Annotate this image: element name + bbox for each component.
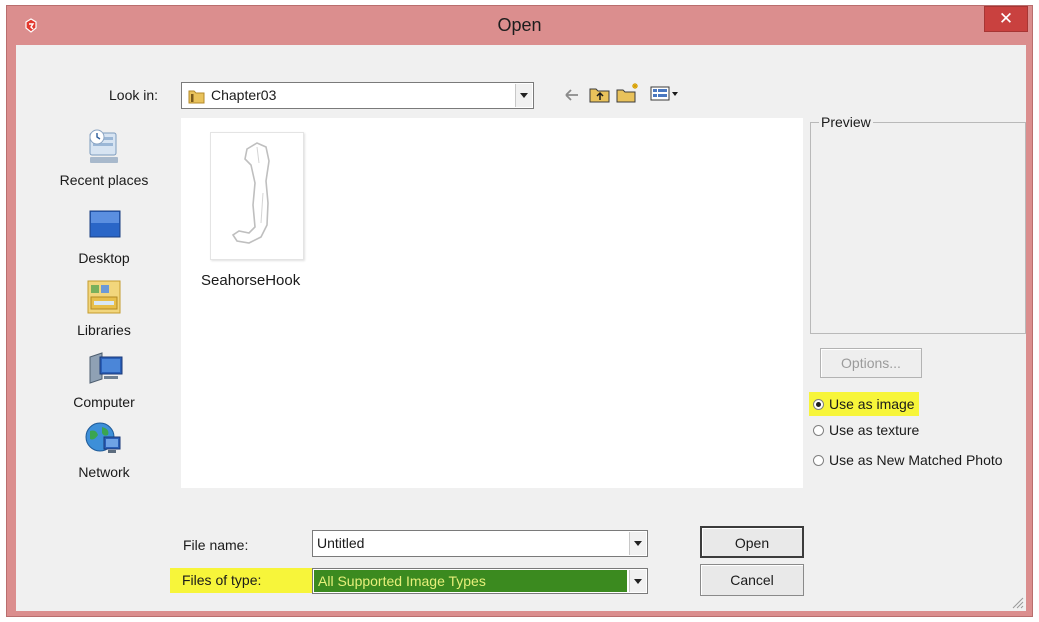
window-title: Open <box>497 15 542 35</box>
place-computer[interactable]: Computer <box>44 349 164 410</box>
files-of-type-combo[interactable]: All Supported Image Types <box>312 568 648 594</box>
look-in-dropdown-arrow[interactable] <box>515 84 532 107</box>
new-folder-icon[interactable] <box>616 82 640 103</box>
title-bar[interactable]: Open ✕ <box>7 6 1032 44</box>
radio-label: Use as image <box>829 396 915 412</box>
radio-button[interactable] <box>813 424 824 436</box>
place-label: Computer <box>73 394 135 410</box>
place-label: Desktop <box>78 250 130 266</box>
place-libraries[interactable]: Libraries <box>44 277 164 338</box>
preview-label: Preview <box>819 114 873 130</box>
place-label: Network <box>78 464 130 480</box>
place-recent-places[interactable]: Recent places <box>44 127 164 188</box>
recent-places-icon <box>89 129 118 163</box>
file-name-value: Untitled <box>317 535 365 551</box>
back-arrow-icon[interactable] <box>564 88 580 102</box>
file-list[interactable]: SeahorseHook <box>181 118 803 488</box>
file-thumbnail <box>210 132 304 260</box>
file-name-label: SeahorseHook <box>201 272 301 289</box>
place-desktop[interactable]: Desktop <box>44 205 164 266</box>
computer-icon <box>89 352 123 384</box>
folder-icon <box>188 90 205 104</box>
network-icon <box>85 422 121 453</box>
files-of-type-label: Files of type: <box>170 568 312 593</box>
close-icon: ✕ <box>998 9 1014 28</box>
desktop-icon <box>89 210 121 238</box>
radio-button[interactable] <box>813 454 824 466</box>
dialog-body: Look in: Chapter03 Recent places Desktop… <box>16 45 1026 611</box>
libraries-icon <box>87 280 121 314</box>
look-in-combo[interactable]: Chapter03 <box>181 82 534 109</box>
seahorse-hook-thumbnail-icon <box>231 142 270 244</box>
place-label: Libraries <box>77 322 131 338</box>
file-name-field-label: File name: <box>183 537 249 553</box>
place-network[interactable]: Network <box>44 419 164 480</box>
file-name-dropdown-arrow[interactable] <box>629 532 646 555</box>
radio-label: Use as texture <box>829 422 920 438</box>
files-of-type-value: All Supported Image Types <box>314 570 627 592</box>
files-of-type-dropdown-arrow[interactable] <box>629 570 646 592</box>
open-dialog: Open ✕ Look in: Chapter03 Recent places … <box>6 5 1033 617</box>
up-folder-icon[interactable] <box>589 85 611 103</box>
look-in-value: Chapter03 <box>211 87 277 103</box>
radio-use-as-image[interactable]: Use as image <box>809 392 919 416</box>
look-in-label: Look in: <box>109 87 159 103</box>
file-name-input[interactable]: Untitled <box>312 530 648 557</box>
open-button[interactable]: Open <box>700 526 804 558</box>
resize-grip-icon[interactable] <box>1010 595 1024 609</box>
preview-group: Preview <box>810 114 1026 334</box>
view-menu-icon[interactable] <box>650 85 680 102</box>
close-button[interactable]: ✕ <box>984 6 1028 32</box>
cancel-button[interactable]: Cancel <box>700 564 804 596</box>
radio-label: Use as New Matched Photo <box>829 452 1003 468</box>
radio-use-as-texture[interactable]: Use as texture <box>813 420 919 440</box>
place-label: Recent places <box>59 172 149 188</box>
radio-button[interactable] <box>813 398 824 410</box>
options-button[interactable]: Options... <box>820 348 922 378</box>
radio-use-as-new-matched-photo[interactable]: Use as New Matched Photo <box>813 450 1003 470</box>
file-item[interactable]: SeahorseHook <box>201 132 331 289</box>
